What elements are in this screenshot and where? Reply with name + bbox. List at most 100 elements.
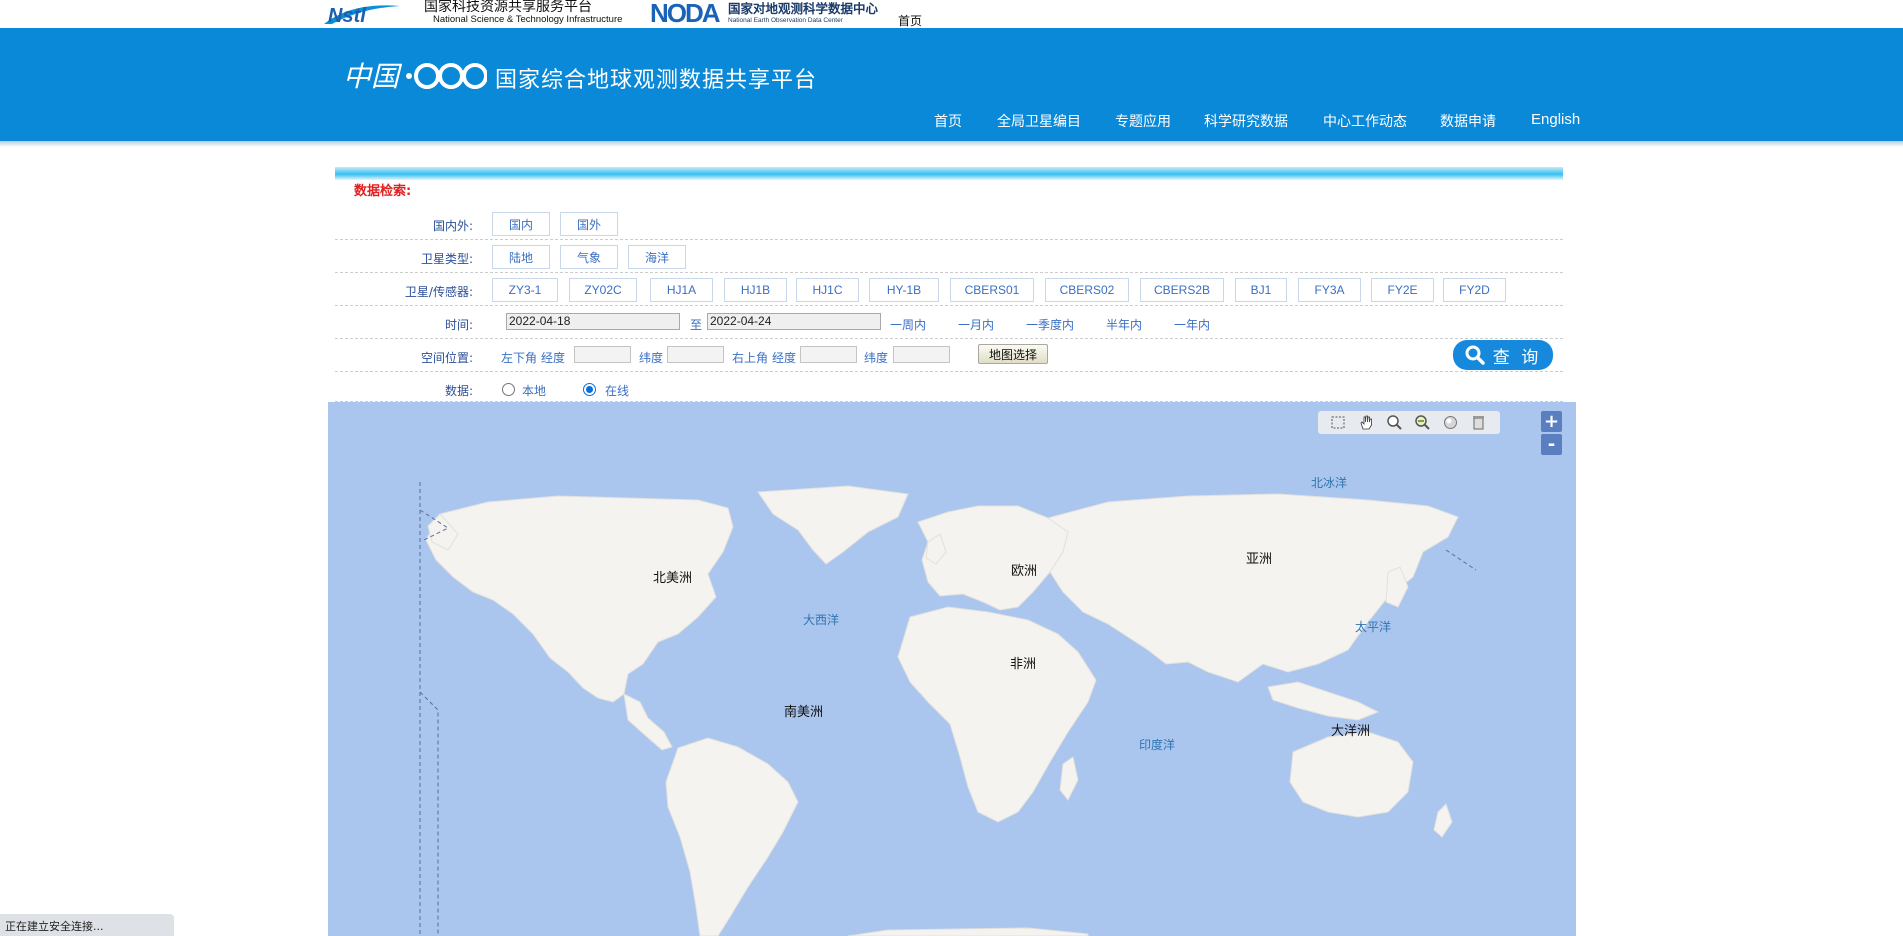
noda-title-en: National Earth Observation Data Center: [728, 17, 843, 24]
zoom-in-icon[interactable]: [1386, 414, 1403, 431]
query-button-label: 查 询: [1492, 347, 1542, 368]
zoom-out-icon[interactable]: [1414, 414, 1431, 431]
banner-shadow: [0, 141, 1903, 147]
svg-text:Nstl: Nstl: [328, 5, 366, 26]
sat-type-option-land[interactable]: 陆地: [492, 245, 550, 269]
nav-english[interactable]: English: [1531, 111, 1580, 128]
browser-status-bar: 正在建立安全连接...: [0, 914, 174, 936]
nstl-title-cn: 国家科技资源共享服务平台: [424, 0, 592, 15]
map-label-asia: 亚洲: [1246, 552, 1273, 567]
data-source-local-label[interactable]: 本地: [522, 382, 546, 399]
sensor-option[interactable]: ZY3-1: [492, 278, 558, 302]
zoom-in-button[interactable]: +: [1541, 411, 1562, 432]
upper-right-lat-label: 纬度: [864, 351, 889, 365]
sat-type-label: 卫星类型:: [420, 252, 473, 266]
region-option-domestic[interactable]: 国内: [492, 212, 550, 236]
sensor-option[interactable]: HY-1B: [869, 278, 939, 302]
map-label-oceania: 大洋洲: [1331, 724, 1371, 739]
map-toolbar: [1318, 411, 1500, 434]
svg-text:NODA: NODA: [650, 0, 721, 26]
lower-left-label: 左下角: [501, 351, 538, 365]
region-row: 国内外: 国内 国外: [335, 207, 1563, 240]
sat-type-row: 卫星类型: 陆地 气象 海洋: [335, 240, 1563, 273]
upper-right-lon-input[interactable]: [800, 346, 857, 363]
data-source-online-label[interactable]: 在线: [605, 382, 629, 399]
lower-left-lon-input[interactable]: [574, 346, 631, 363]
data-source-local-radio[interactable]: [502, 383, 515, 396]
time-row: 时间: 2022-04-18 至 2022-04-24 一周内 一月内 一季度内…: [335, 306, 1563, 339]
nstl-title-en: National Science & Technology Infrastruc…: [433, 14, 623, 25]
sensor-option[interactable]: HJ1B: [724, 278, 787, 302]
sensor-option[interactable]: CBERS01: [950, 278, 1034, 302]
map-label-south-america: 南美洲: [784, 705, 824, 720]
map-label-atlantic-ocean: 大西洋: [803, 613, 840, 627]
top-strip: Nstl 国家科技资源共享服务平台 National Science & Tec…: [0, 0, 1903, 28]
nav-thematic-apps[interactable]: 专题应用: [1115, 111, 1171, 131]
upper-right-lon-label: 经度: [772, 351, 797, 365]
china-geo-logo[interactable]: 中国: [343, 56, 487, 94]
date-from-input[interactable]: 2022-04-18: [506, 313, 680, 330]
clear-icon[interactable]: [1470, 414, 1487, 431]
map-label-pacific-ocean: 太平洋: [1355, 620, 1392, 634]
zoom-out-button[interactable]: -: [1541, 434, 1562, 455]
noda-logo[interactable]: NODA: [650, 0, 722, 26]
nav-center-news[interactable]: 中心工作动态: [1323, 111, 1407, 131]
site-title: 国家综合地球观测数据共享平台: [495, 68, 818, 93]
map-label-europe: 欧洲: [1011, 564, 1038, 579]
noda-title-cn: 国家对地观测科学数据中心: [728, 1, 879, 16]
time-shortcut-month[interactable]: 一月内: [958, 316, 994, 333]
sensor-option[interactable]: CBERS2B: [1140, 278, 1224, 302]
search-title: 数据检索:: [354, 184, 412, 199]
time-label: 时间:: [444, 318, 473, 332]
map-label-arctic-ocean: 北冰洋: [1311, 476, 1348, 490]
nav-satellite-catalog[interactable]: 全局卫星编目: [997, 111, 1081, 131]
sensor-option[interactable]: HJ1C: [796, 278, 859, 302]
date-to-input[interactable]: 2022-04-24: [707, 313, 881, 330]
upper-right-lat-input[interactable]: [893, 346, 950, 363]
sat-type-option-ocean[interactable]: 海洋: [628, 245, 686, 269]
data-source-online-radio[interactable]: [583, 383, 596, 396]
search-icon: [1465, 345, 1485, 365]
sensor-option[interactable]: FY2E: [1371, 278, 1434, 302]
sensor-label: 卫星/传感器:: [404, 285, 473, 299]
top-home-link[interactable]: 首页: [898, 12, 922, 29]
sensor-option[interactable]: CBERS02: [1045, 278, 1129, 302]
sensor-option[interactable]: FY2D: [1443, 278, 1506, 302]
sensor-row: 卫星/传感器: ZY3-1 ZY02C HJ1A HJ1B HJ1C HY-1B…: [335, 273, 1563, 306]
nav-data-request[interactable]: 数据申请: [1440, 111, 1496, 131]
map-label-africa: 非洲: [1010, 657, 1037, 672]
map-view[interactable]: 北美洲 欧洲 亚洲 非洲 南美洲 大洋洲 北冰洋 大西洋 太平洋 印度洋 + -: [328, 402, 1576, 936]
time-shortcut-week[interactable]: 一周内: [890, 316, 926, 333]
region-label: 国内外:: [432, 219, 473, 233]
query-button[interactable]: 查 询: [1453, 340, 1553, 370]
data-source-row: 数据: 本地 在线: [335, 372, 1563, 402]
upper-right-label: 右上角: [732, 351, 769, 365]
lower-left-lat-input[interactable]: [667, 346, 724, 363]
time-shortcut-year[interactable]: 一年内: [1174, 316, 1210, 333]
pan-hand-icon[interactable]: [1358, 414, 1375, 431]
zoom-box-icon[interactable]: [1330, 414, 1347, 431]
sensor-option[interactable]: ZY02C: [569, 278, 637, 302]
map-label-indian-ocean: 印度洋: [1139, 738, 1176, 752]
nstl-logo[interactable]: Nstl: [322, 0, 426, 26]
full-extent-icon[interactable]: [1442, 414, 1459, 431]
map-label-north-america: 北美洲: [653, 571, 693, 586]
sensor-option[interactable]: FY3A: [1298, 278, 1361, 302]
sensor-option[interactable]: BJ1: [1235, 278, 1287, 302]
sat-type-option-weather[interactable]: 气象: [560, 245, 618, 269]
region-option-foreign[interactable]: 国外: [560, 212, 618, 236]
time-shortcut-half-year[interactable]: 半年内: [1106, 316, 1142, 333]
sensor-option[interactable]: HJ1A: [650, 278, 713, 302]
panel-header-band: [335, 167, 1563, 180]
lower-left-lon-label: 经度: [541, 351, 566, 365]
date-range-separator: 至: [690, 318, 703, 332]
space-label: 空间位置:: [420, 351, 473, 365]
time-shortcut-quarter[interactable]: 一季度内: [1026, 316, 1074, 333]
lower-left-lat-label: 纬度: [639, 351, 664, 365]
world-map[interactable]: [328, 402, 1576, 936]
map-select-button[interactable]: 地图选择: [978, 344, 1048, 364]
svg-text:中国: 中国: [343, 60, 403, 93]
nav-research-data[interactable]: 科学研究数据: [1204, 111, 1288, 131]
nav-home[interactable]: 首页: [934, 111, 962, 131]
data-source-label: 数据:: [444, 384, 473, 398]
